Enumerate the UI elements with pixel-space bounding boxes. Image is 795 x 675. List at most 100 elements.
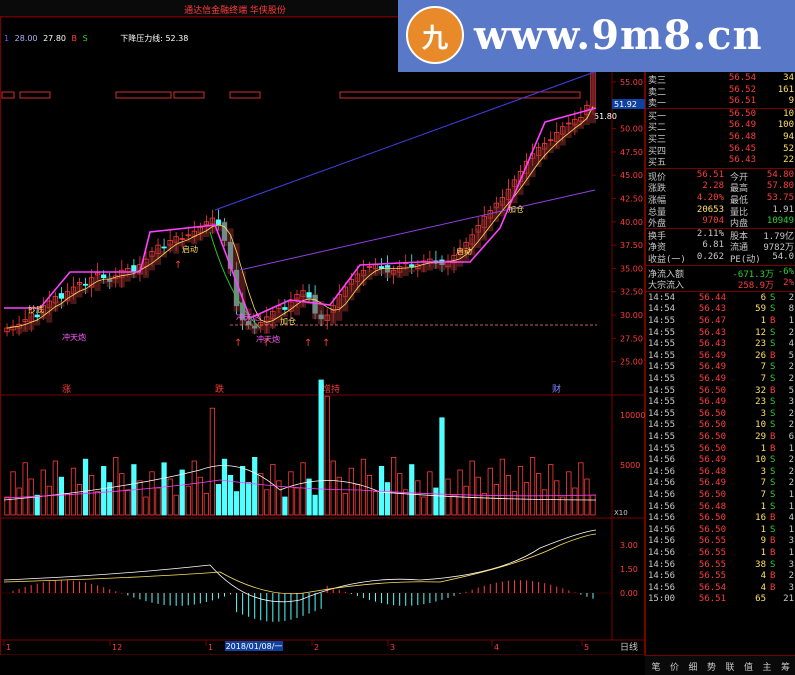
resistance-band: [1, 91, 15, 99]
tab-2[interactable]: 价: [666, 660, 684, 673]
resistance-band: [229, 91, 261, 99]
volume-bar: [409, 464, 415, 516]
resistance-trendline: [214, 69, 601, 211]
tick-count: 2: [788, 408, 794, 419]
tick-row: 14:56 56.55 38 S 3: [646, 560, 795, 572]
macd-tick-label: 1.50: [620, 565, 638, 574]
volume-bar: [185, 485, 191, 516]
tick-row: 14:56 56.49 10 S 2: [646, 455, 795, 467]
volume-bar: [119, 473, 125, 516]
trend-ribbon: [493, 205, 500, 223]
quote-row: 收益(一) 0.262 PE(动) 54.0: [646, 252, 795, 265]
quote-panel: 卖三 56.54 34 卖二 56.52 161 卖一 56.51 9 买一 56.50 10 买二 56…: [645, 72, 795, 655]
macd-tick-label: 3.00: [620, 541, 638, 550]
volume-bar: [445, 478, 451, 516]
tick-row: 14:56 56.55 4 B 2: [646, 571, 795, 583]
tab-1[interactable]: 笔: [647, 660, 665, 673]
volume-bar: [76, 483, 83, 516]
current-price-tag: 51.92: [614, 100, 637, 109]
trend-ribbon: [396, 269, 403, 278]
volume-ma-white: [3, 465, 597, 501]
tick-row: 14:56 56.49 7 S 2: [646, 478, 795, 490]
volume-bar: [161, 462, 167, 516]
volume-bar: [330, 460, 336, 516]
tick-count: 4: [788, 339, 794, 350]
volume-bar: [22, 462, 28, 516]
volume-bar: [300, 462, 306, 516]
tick-count: 2: [788, 362, 794, 373]
tab-3[interactable]: 细: [684, 660, 702, 673]
tick-volume: 38: [755, 559, 766, 570]
tick-side: S: [770, 397, 776, 408]
trend-ribbon: [94, 275, 101, 291]
tick-side: B: [770, 443, 776, 454]
tick-volume: 1: [760, 548, 766, 558]
tab-8[interactable]: 筹: [777, 660, 795, 673]
tick-price: 56.49: [698, 350, 726, 361]
tick-volume: 26: [755, 350, 766, 361]
resistance-label: 下降压力线: 52.38: [120, 34, 189, 43]
time-tick-label: 3: [390, 643, 395, 652]
candle-body: [161, 246, 167, 249]
tick-count: 2: [788, 420, 794, 431]
candle-body: [378, 266, 385, 269]
tick-row: 14:56 56.54 4 B 3: [646, 583, 795, 595]
volume-bar: [155, 487, 161, 516]
tick-side: B: [770, 316, 776, 326]
tick-row: 14:55 56.50 10 S 2: [646, 420, 795, 432]
tick-price: 56.50: [698, 524, 726, 535]
tab-6[interactable]: 值: [740, 660, 758, 673]
watermark-logo-char: 九: [421, 24, 448, 54]
volume-bar: [336, 476, 342, 516]
tick-price: 56.50: [698, 432, 726, 442]
volume-bar: [221, 458, 228, 516]
support-trendline: [239, 189, 596, 271]
tick-side: S: [770, 304, 776, 315]
candle-body: [409, 264, 415, 267]
price-tick-label: 37.50: [620, 241, 643, 250]
tick-row: 14:56 56.55 1 B 1: [646, 548, 795, 560]
tick-row: 14:55 56.43 12 S 2: [646, 328, 795, 340]
volume-bar: [52, 460, 58, 516]
tick-count: 1: [788, 490, 794, 500]
resistance-band: [339, 91, 581, 99]
tick-time: 14:55: [648, 374, 676, 384]
trend-ribbon: [372, 267, 379, 277]
tick-time: 14:55: [648, 350, 676, 361]
watermark-logo-icon: 九: [406, 6, 464, 64]
volume-bar: [584, 478, 590, 516]
orderbook-price: 56.54: [728, 73, 756, 83]
volume-bar: [475, 476, 481, 516]
volume-bar: [481, 492, 487, 516]
trend-ribbon: [444, 263, 452, 269]
tick-time: 14:56: [648, 513, 676, 524]
tick-side: S: [770, 559, 776, 570]
tick-time: 14:56: [648, 490, 676, 500]
volume-bar: [511, 491, 518, 516]
candle-body: [58, 293, 65, 299]
trend-ribbon: [257, 325, 264, 331]
tick-time: 14:55: [648, 397, 676, 408]
signal-label: 抄底: [28, 304, 44, 314]
volume-bar: [578, 462, 584, 516]
orderbook-row: 买三 56.48 94: [646, 132, 795, 145]
trend-ribbon: [432, 263, 439, 269]
volume-bar: [566, 471, 572, 516]
tab-5[interactable]: 联: [721, 660, 739, 673]
volume-bar: [391, 456, 397, 516]
watermark-banner: 九 www.9m8.cn: [398, 0, 795, 72]
quote-row: 净资 6.81 流通 9782万: [646, 240, 795, 253]
tick-row: 15:00 56.51 65 21: [646, 594, 795, 606]
panel-divider: [646, 264, 795, 266]
orderbook-volume: 94: [783, 132, 794, 142]
tab-7[interactable]: 主: [758, 660, 776, 673]
trend-ribbon: [106, 275, 113, 288]
tab-4[interactable]: 势: [703, 660, 721, 673]
tick-count: 5: [788, 385, 794, 396]
volume-bar: [173, 494, 179, 516]
trend-ribbon: [312, 293, 319, 319]
buy-arrow-icon: ↑: [322, 338, 330, 349]
tick-side: B: [770, 582, 776, 593]
volume-bar: [535, 473, 542, 516]
kline-chart-area[interactable]: 55.0052.5050.0047.5045.0042.5040.0037.50…: [0, 0, 645, 655]
